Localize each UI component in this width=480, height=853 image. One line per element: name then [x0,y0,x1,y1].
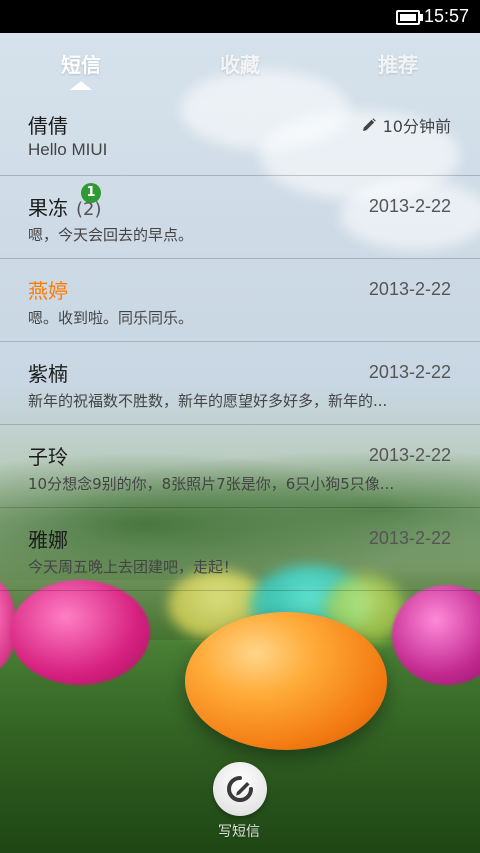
pencil-icon [361,117,377,133]
tab-favorites[interactable]: 收藏 [220,49,260,78]
compose-button[interactable] [213,762,267,816]
message-preview: 今天周五晚上去团建吧，走起！ [28,558,239,576]
conversation-list: 倩倩 10分钟前 Hello MIUI 果冻 (2) 2013-2-22 嗯，今天… [0,93,480,591]
timestamp: 2013-2-22 [368,445,451,465]
compose-label: 写短信 [218,824,260,840]
draft-time: 10分钟前 [361,113,451,137]
timestamp: 2013-2-22 [368,362,451,382]
timestamp: 2013-2-22 [368,279,451,299]
conversation-row[interactable]: 紫楠 2013-2-22 新年的祝福数不胜数，新年的愿望好多好多，新年的... [0,342,480,425]
contact-name: 燕婷 [28,279,68,303]
compose-icon [227,776,253,802]
contact-name: 雅娜 [28,528,68,552]
timestamp: 10分钟前 [382,117,451,136]
message-preview: Hello MIUI [28,140,108,159]
status-bar: 15:57 [0,0,480,33]
conversation-row[interactable]: 燕婷 2013-2-22 嗯。收到啦。同乐同乐。 [0,259,480,342]
conversation-row[interactable]: 倩倩 10分钟前 Hello MIUI [0,93,480,176]
contact-name: 倩倩 [28,114,68,138]
conversation-row[interactable]: 子玲 2013-2-22 10分想念9别的你，8张照片7张是你，6只小狗5只像.… [0,425,480,508]
conversation-row[interactable]: 雅娜 2013-2-22 今天周五晚上去团建吧，走起！ [0,508,480,591]
tab-bar: 短信 收藏 推荐 [0,33,480,93]
tab-recommended[interactable]: 推荐 [378,49,418,78]
battery-full-icon [396,10,423,25]
contact-name: 紫楠 [28,362,68,386]
unread-badge: 1 [81,183,101,203]
wallpaper-egg [10,580,150,685]
message-preview: 嗯，今天会回去的早点。 [28,226,194,244]
contact-name: 子玲 [28,445,68,469]
sms-screen: 15:57 短信 收藏 推荐 倩倩 10分钟前 Hello MIUI 果冻 (2)… [0,0,480,853]
tab-sms[interactable]: 短信 [61,49,101,78]
conversation-row[interactable]: 果冻 (2) 2013-2-22 嗯，今天会回去的早点。 [0,176,480,259]
status-clock: 15:57 [424,6,470,26]
message-preview: 嗯。收到啦。同乐同乐。 [28,309,194,327]
message-preview: 新年的祝福数不胜数，新年的愿望好多好多，新年的... [28,392,388,410]
message-preview: 10分想念9别的你，8张照片7张是你，6只小狗5只像... [28,475,395,493]
timestamp: 2013-2-22 [368,196,451,216]
timestamp: 2013-2-22 [368,528,451,548]
wallpaper-egg [185,612,387,750]
tab-active-indicator [70,81,92,90]
